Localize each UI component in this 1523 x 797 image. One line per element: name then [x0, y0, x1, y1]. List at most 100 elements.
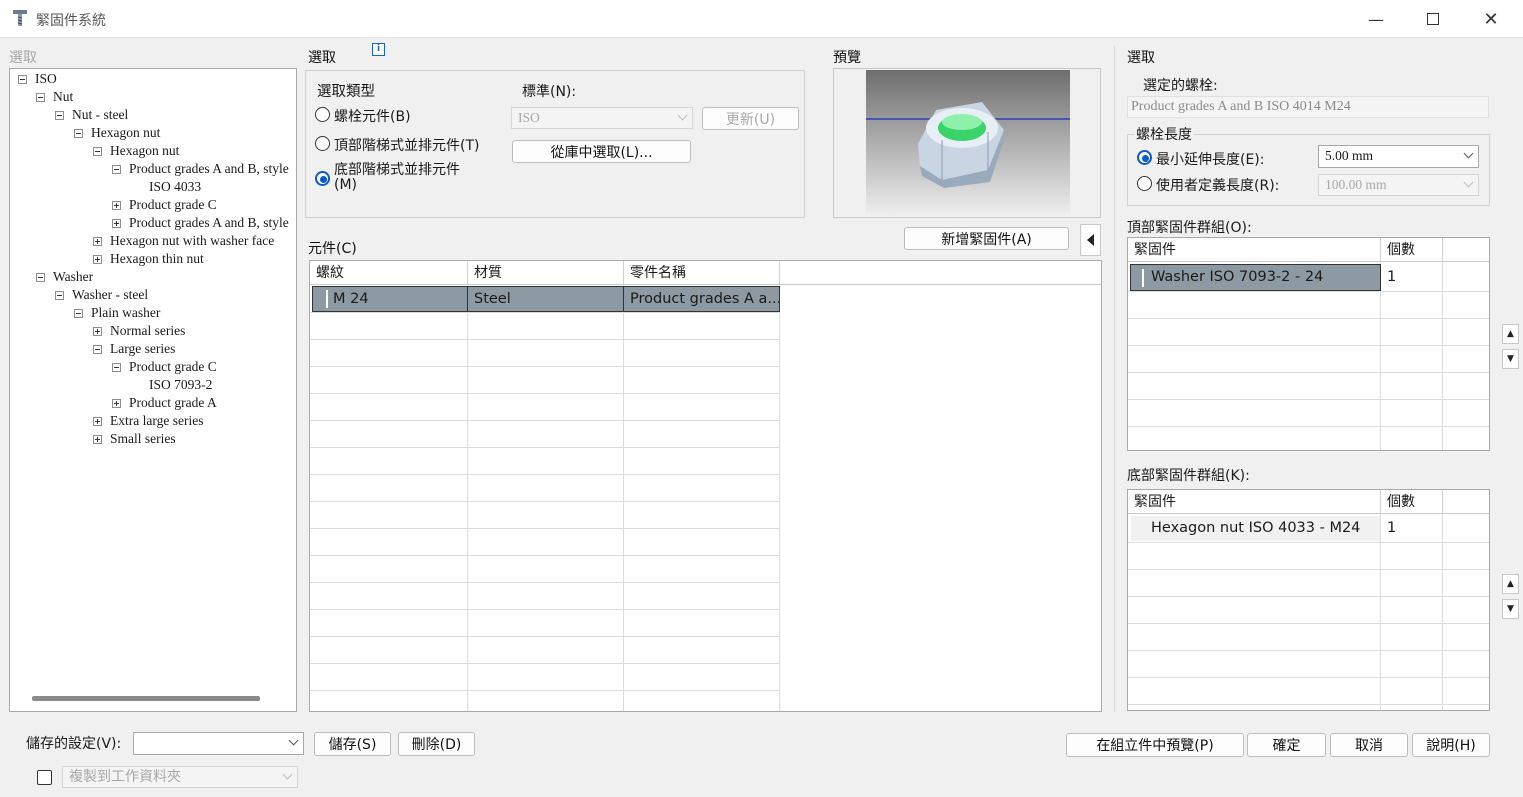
add-fastener-button[interactable]: 新增緊固件(A) [904, 227, 1069, 250]
grid-row-line [310, 582, 780, 583]
copy-to-working-folder-select[interactable]: 複製到工作資料夾 [62, 766, 298, 788]
collapse-icon[interactable] [112, 165, 121, 174]
bottom-move-up-button[interactable]: ▲ [1502, 574, 1519, 594]
collapse-icon[interactable] [55, 111, 64, 120]
tree-node[interactable]: Extra large series [10, 412, 296, 430]
min-extension-select[interactable]: 5.00 mm [1318, 145, 1479, 168]
top-cell-count[interactable]: 1 [1381, 265, 1443, 289]
tree-node[interactable]: Washer - steel [10, 286, 296, 304]
tree-node[interactable]: Product grade C [10, 196, 296, 214]
cancel-button[interactable]: 取消 [1330, 733, 1408, 757]
column-fastener[interactable]: 緊固件 [1128, 238, 1381, 262]
info-icon[interactable]: i [372, 43, 385, 56]
select-from-library-button[interactable]: 從庫中選取(L)... [512, 140, 691, 163]
chevron-down-icon [1463, 148, 1474, 159]
column-count[interactable]: 個數 [1381, 490, 1443, 514]
delete-button[interactable]: 刪除(D) [398, 732, 475, 756]
collapse-icon[interactable] [93, 345, 102, 354]
tree-node[interactable]: Hexagon nut [10, 142, 296, 160]
expand-icon[interactable] [112, 219, 121, 228]
expand-icon[interactable] [93, 327, 102, 336]
copy-to-working-folder-checkbox[interactable] [37, 770, 52, 785]
components-grid[interactable]: 螺紋 材質 零件名稱 M 24 Steel Product grades A a… [309, 260, 1102, 712]
help-button[interactable]: 說明(H) [1412, 733, 1490, 757]
top-move-down-button[interactable]: ▼ [1502, 349, 1519, 369]
radio-top-stacked[interactable] [315, 136, 330, 151]
chevron-down-icon [1463, 177, 1474, 188]
fastener-tree[interactable]: ISO Nut Nut - steel Hexagon nut Hexagon nut P… [9, 68, 297, 712]
column-count[interactable]: 個數 [1381, 238, 1443, 262]
cell-thread[interactable]: M 24 [312, 286, 468, 312]
top-move-up-button[interactable]: ▲ [1502, 324, 1519, 344]
bottom-group-label: 底部緊固件群組(K): [1127, 468, 1250, 484]
grid-row-line [310, 312, 780, 313]
expand-icon[interactable] [93, 417, 102, 426]
expand-icon[interactable] [112, 201, 121, 210]
radio-min-extension[interactable] [1137, 150, 1152, 165]
update-button[interactable]: 更新(U) [702, 107, 799, 130]
bottom-fastener-grid[interactable]: 緊固件 個數 Hexagon nut ISO 4033 - M24 1 [1127, 489, 1490, 711]
tree-node[interactable]: Product grades A and B, style [10, 214, 296, 232]
ok-button[interactable]: 確定 [1247, 733, 1326, 757]
column-part-name[interactable]: 零件名稱 [624, 261, 780, 285]
column-material[interactable]: 材質 [468, 261, 624, 285]
collapse-icon[interactable] [112, 363, 121, 372]
tree-node[interactable]: Normal series [10, 322, 296, 340]
column-thread[interactable]: 螺紋 [310, 261, 468, 285]
collapse-icon[interactable] [36, 273, 45, 282]
top-cell-fastener[interactable]: Washer ISO 7093-2 - 24 [1130, 264, 1381, 291]
bottom-cell-count[interactable]: 1 [1381, 516, 1443, 540]
collapse-icon[interactable] [93, 147, 102, 156]
collapse-icon[interactable] [18, 75, 27, 84]
radio-user-length[interactable] [1137, 176, 1152, 191]
collapse-icon[interactable] [74, 309, 83, 318]
selection-label: 選取 [308, 50, 336, 66]
expand-icon[interactable] [93, 237, 102, 246]
grid-col-line [1380, 514, 1381, 710]
expand-icon[interactable] [112, 399, 121, 408]
collapse-icon[interactable] [55, 291, 64, 300]
close-button[interactable]: ✕ [1468, 0, 1514, 38]
tree-node[interactable]: Plain washer [10, 304, 296, 322]
tree-node[interactable]: Hexagon nut with washer face [10, 232, 296, 250]
tree-node[interactable]: Product grades A and B, style [10, 160, 296, 178]
preview-in-assembly-button[interactable]: 在組立件中預覽(P) [1066, 733, 1244, 757]
tree-node[interactable]: Nut - steel [10, 106, 296, 124]
tree-node[interactable]: Large series [10, 340, 296, 358]
tree-horizontal-scrollbar[interactable] [32, 696, 260, 701]
minimize-button[interactable]: — [1353, 0, 1399, 38]
tree-node[interactable]: Nut [10, 88, 296, 106]
collapse-icon[interactable] [36, 93, 45, 102]
standard-select[interactable]: ISO [511, 107, 693, 129]
tree-node[interactable]: ISO 7093-2 [10, 376, 296, 394]
tree-node[interactable]: Washer [10, 268, 296, 286]
maximize-button[interactable] [1410, 0, 1456, 38]
radio-bottom-stacked[interactable] [315, 171, 330, 186]
cell-part-name[interactable]: Product grades A a... [623, 286, 780, 312]
top-fastener-grid[interactable]: 緊固件 個數 Washer ISO 7093-2 - 24 1 [1127, 237, 1490, 451]
bottom-cell-fastener[interactable]: Hexagon nut ISO 4033 - M24 [1131, 516, 1380, 541]
tree-node[interactable]: Hexagon thin nut [10, 250, 296, 268]
tree-node-label: Extra large series [110, 413, 204, 428]
grid-col-line [1442, 514, 1443, 710]
save-button[interactable]: 儲存(S) [314, 732, 391, 756]
saved-settings-select[interactable] [133, 732, 304, 755]
cell-material[interactable]: Steel [467, 286, 624, 312]
tree-node[interactable]: Hexagon nut [10, 124, 296, 142]
column-fastener[interactable]: 緊固件 [1128, 490, 1381, 514]
tree-node[interactable]: Product grade A [10, 394, 296, 412]
tree-node[interactable]: ISO [10, 70, 296, 88]
tree-node[interactable]: Product grade C [10, 358, 296, 376]
expand-icon[interactable] [93, 435, 102, 444]
preview-viewport[interactable] [866, 70, 1070, 216]
expand-icon[interactable] [93, 255, 102, 264]
tree-node[interactable]: Small series [10, 430, 296, 448]
user-length-select[interactable]: 100.00 mm [1318, 174, 1479, 196]
radio-bolt-component[interactable] [315, 107, 330, 122]
bottom-move-down-button[interactable]: ▼ [1502, 599, 1519, 619]
collapse-preview-button[interactable] [1080, 224, 1101, 256]
selection-type-label: 選取類型 [317, 84, 375, 100]
tree-node[interactable]: ISO 4033 [10, 178, 296, 196]
triangle-down-icon: ▼ [1507, 604, 1514, 614]
collapse-icon[interactable] [74, 129, 83, 138]
